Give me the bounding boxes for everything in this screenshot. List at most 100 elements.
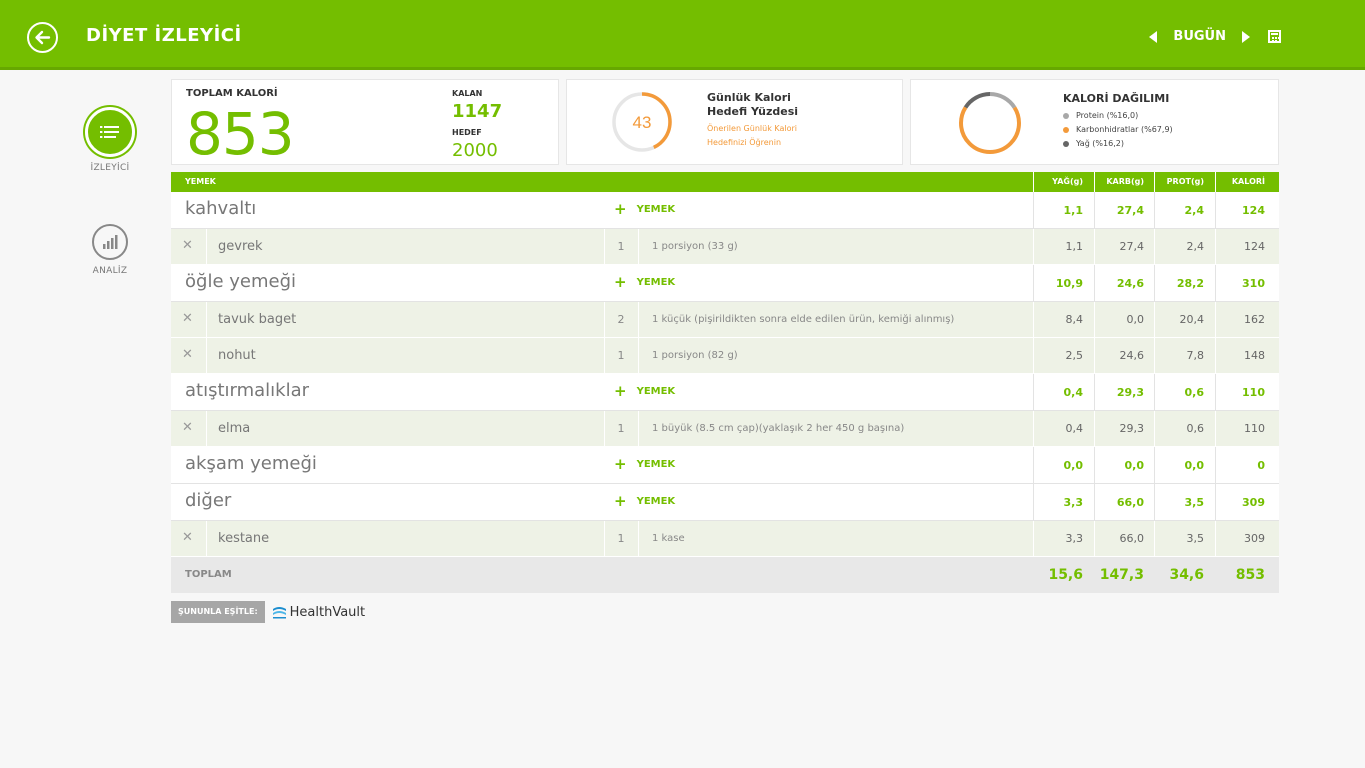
sync-button[interactable]: ŞUNUNLA EŞİTLE: (171, 601, 265, 623)
daily-goal-card: 43 Günlük Kalori Hedefi Yüzdesi Önerilen… (566, 79, 903, 165)
food-quantity[interactable]: 1 (604, 240, 638, 253)
cal-value: 110 (1244, 422, 1265, 435)
food-quantity[interactable]: 2 (604, 313, 638, 326)
food-row[interactable]: ✕ kestane 1 1 kase 3,3 66,0 3,5 309 (171, 521, 1279, 557)
delete-icon[interactable]: ✕ (182, 347, 193, 362)
tracker-circle (85, 107, 135, 157)
list-icon (100, 126, 119, 138)
goal-ring: 43 (612, 92, 672, 152)
goal-link-line2[interactable]: Hedefinizi Öğrenin (707, 138, 781, 147)
food-portion[interactable]: 1 büyük (8.5 cm çap)(yaklaşık 2 her 450 … (652, 423, 904, 434)
meal-name: diğer (185, 490, 232, 511)
add-food-button[interactable]: + YEMEK (614, 200, 676, 218)
cal-value: 148 (1244, 349, 1265, 362)
fat-value: 10,9 (1055, 276, 1083, 290)
food-portion[interactable]: 1 porsiyon (82 g) (652, 350, 738, 361)
legend-dot (1063, 140, 1069, 147)
legend-item-carbs: Karbonhidratlar (%67,9) (1063, 125, 1173, 134)
prot-value: 28,2 (1176, 276, 1204, 290)
cal-value: 110 (1242, 385, 1265, 399)
column-divider (206, 521, 207, 556)
food-quantity[interactable]: 1 (604, 532, 638, 545)
food-row[interactable]: ✕ gevrek 1 1 porsiyon (33 g) 1,1 27,4 2,… (171, 229, 1279, 265)
food-row[interactable]: ✕ elma 1 1 büyük (8.5 cm çap)(yaklaşık 2… (171, 411, 1279, 447)
food-name: elma (218, 421, 251, 436)
food-name: tavuk baget (218, 312, 297, 327)
back-button[interactable] (27, 22, 58, 53)
prot-value: 0,6 (1186, 422, 1205, 435)
plus-icon: + (614, 455, 627, 473)
carb-value: 0,0 (1126, 313, 1145, 326)
carb-value: 27,4 (1116, 203, 1144, 217)
add-food-label: YEMEK (636, 385, 676, 397)
meal-name: akşam yemeği (185, 453, 317, 474)
sidebar-item-label: İZLEYİCİ (90, 163, 130, 173)
carb-value: 24,6 (1116, 276, 1144, 290)
total-prot: 34,6 (1169, 567, 1204, 583)
carb-value: 29,3 (1119, 422, 1145, 435)
goal-percent-value: 43 (633, 113, 652, 132)
meal-name: atıştırmalıklar (185, 380, 310, 401)
date-label[interactable]: BUGÜN (1173, 29, 1226, 44)
add-food-label: YEMEK (636, 203, 676, 215)
plus-icon: + (614, 273, 627, 291)
healthvault-label: HealthVault (289, 604, 366, 620)
meal-row-dinner: akşam yemeği + YEMEK 0,0 0,0 0,0 0 (171, 447, 1279, 484)
sync-bar: ŞUNUNLA EŞİTLE: HealthVault (171, 601, 365, 623)
distribution-title: KALORİ DAĞILIMI (1063, 92, 1170, 105)
goal-link-line1[interactable]: Önerilen Günlük Kalori (707, 124, 797, 133)
add-food-button[interactable]: + YEMEK (614, 494, 675, 509)
total-cal: 853 (1235, 567, 1265, 583)
add-food-button[interactable]: + YEMEK (614, 455, 675, 473)
next-day-icon[interactable] (1242, 30, 1250, 43)
fat-value: 1,1 (1065, 240, 1084, 253)
table-header: YEMEK YAĞ(g) KARB(g) PROT(g) KALORİ (171, 172, 1279, 192)
fat-value: 2,5 (1065, 349, 1084, 362)
cal-value: 0 (1257, 458, 1265, 472)
food-portion[interactable]: 1 porsiyon (33 g) (652, 241, 738, 252)
delete-icon[interactable]: ✕ (182, 238, 193, 253)
app-title: DİYET İZLEYİCİ (86, 25, 242, 46)
add-food-button[interactable]: + YEMEK (614, 384, 676, 399)
column-divider (206, 229, 207, 264)
legend-item-protein: Protein (%16,0) (1063, 111, 1138, 120)
food-quantity[interactable]: 1 (604, 349, 638, 362)
column-divider (638, 338, 639, 373)
back-arrow-icon (35, 30, 51, 45)
column-divider (206, 302, 207, 337)
food-portion[interactable]: 1 küçük (pişirildikten sonra elde edilen… (652, 314, 954, 325)
remaining-label: KALAN (452, 89, 483, 98)
calendar-icon[interactable] (1268, 30, 1281, 43)
cal-value: 124 (1244, 240, 1265, 253)
delete-icon[interactable]: ✕ (182, 420, 193, 435)
header-food: YEMEK (185, 177, 216, 186)
remaining-value: 1147 (452, 101, 503, 122)
legend-label: Karbonhidratlar (%67,9) (1076, 125, 1173, 134)
food-portion[interactable]: 1 kase (652, 533, 685, 544)
meal-row-lunch: öğle yemeği + YEMEK 10,9 24,6 28,2 310 (171, 265, 1279, 302)
delete-icon[interactable]: ✕ (182, 530, 193, 545)
delete-icon[interactable]: ✕ (182, 311, 193, 326)
legend-dot (1063, 126, 1069, 133)
column-divider (638, 521, 639, 556)
plus-icon: + (614, 200, 627, 218)
prot-value: 0,0 (1184, 458, 1205, 472)
fat-value: 3,3 (1065, 532, 1084, 545)
column-divider (638, 302, 639, 337)
prot-value: 3,5 (1186, 532, 1205, 545)
food-row[interactable]: ✕ tavuk baget 2 1 küçük (pişirildikten s… (171, 302, 1279, 338)
healthvault-link[interactable]: HealthVault (272, 604, 366, 620)
sidebar-item-tracker[interactable]: İZLEYİCİ (84, 107, 136, 173)
carb-value: 27,4 (1119, 240, 1145, 253)
sidebar-item-analysis[interactable]: ANALİZ (84, 224, 136, 276)
total-fat: 15,6 (1048, 567, 1083, 583)
meal-row-other: diğer + YEMEK 3,3 66,0 3,5 309 (171, 484, 1279, 521)
food-name: nohut (218, 348, 256, 363)
add-food-button[interactable]: + YEMEK (614, 273, 675, 291)
food-row[interactable]: ✕ nohut 1 1 porsiyon (82 g) 2,5 24,6 7,8… (171, 338, 1279, 374)
food-quantity[interactable]: 1 (604, 422, 638, 435)
previous-day-icon[interactable] (1149, 30, 1158, 43)
carb-value: 66,0 (1119, 532, 1145, 545)
prot-value: 7,8 (1186, 349, 1205, 362)
fat-value: 3,3 (1063, 495, 1084, 509)
